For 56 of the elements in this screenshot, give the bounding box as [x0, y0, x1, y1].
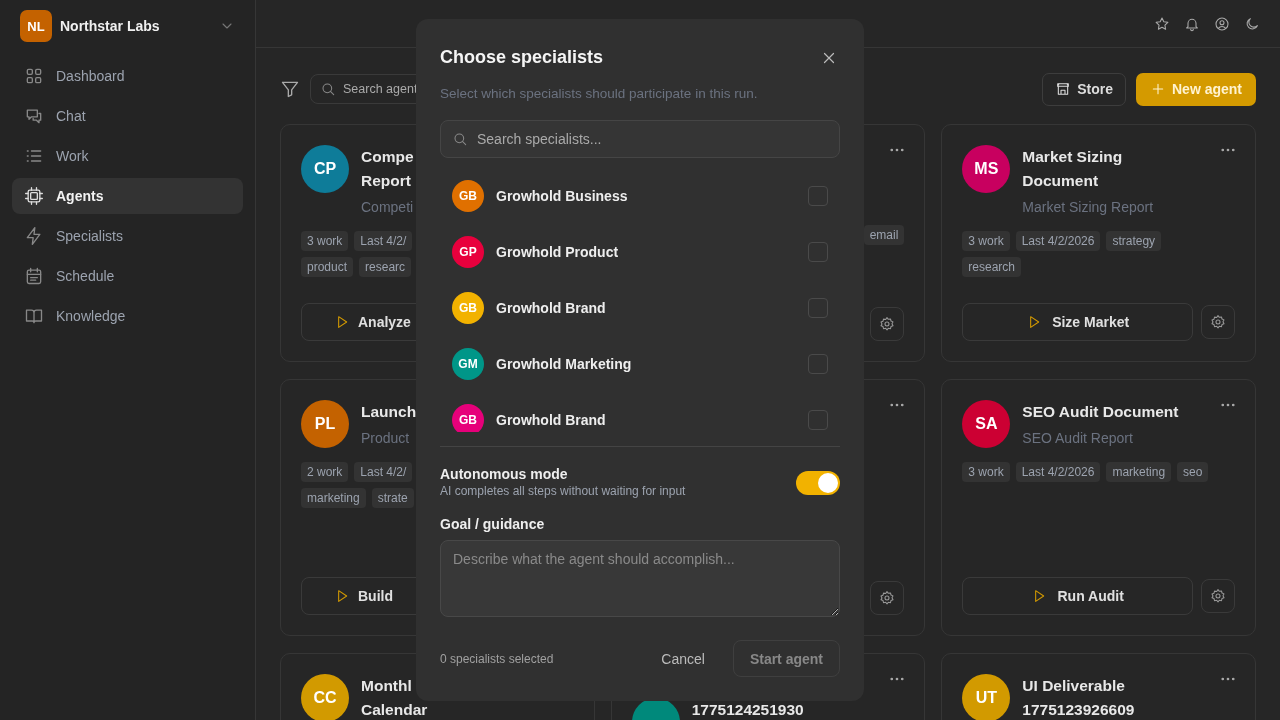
agent-title: 1775123926609 — [1022, 700, 1135, 720]
agent-subtitle: Product — [361, 429, 410, 448]
agent-subtitle: SEO Audit Report — [1022, 429, 1133, 448]
agent-title: Report — [361, 171, 411, 191]
tag: Last 4/2/ — [354, 462, 413, 482]
tag: Last 4/2/2026 — [1015, 462, 1101, 482]
agent-title: SEO Audit Document — [1022, 402, 1179, 422]
setting-label: Autonomous mode — [440, 465, 569, 484]
tag: 3 work — [301, 231, 349, 251]
tag: strategy — [1106, 231, 1162, 251]
agent-subtitle: Market Sizing Report — [1022, 198, 1154, 217]
field-label: Goal / guidance — [440, 516, 546, 533]
selection-count: 0 specialists selected — [440, 651, 554, 666]
agent-avatar: MS — [962, 145, 1011, 193]
setting-description: AI completes all steps without waiting for input — [440, 483, 686, 501]
agent-avatar: UT — [962, 674, 1011, 720]
tag: 3 work — [962, 462, 1010, 482]
agent-title: Document — [1022, 171, 1099, 191]
agent-title: Market Sizing — [1022, 147, 1123, 167]
tag: seo — [1177, 462, 1209, 482]
specialist-avatar: GP — [452, 236, 484, 269]
agent-title: Calendar — [361, 700, 428, 720]
dialog-subtitle: Select which specialists should participate in this run. — [440, 85, 759, 104]
specialist-avatar: GM — [452, 348, 484, 381]
specialist-name: Growhold Product — [496, 244, 620, 261]
dialog-title: Choose specialists — [440, 47, 604, 69]
specialist-name: Growhold Business — [496, 188, 629, 205]
agent-title: UI Deliverable — [1022, 676, 1125, 696]
specialist-avatar: GB — [452, 180, 484, 213]
agent-avatar: CP — [301, 145, 349, 193]
agent-title: Monthl — [361, 676, 412, 696]
tag: 2 work — [301, 462, 349, 482]
tag: 3 work — [962, 231, 1010, 251]
specialist-name: Growhold Brand — [496, 412, 607, 429]
agent-title: Compe — [361, 147, 414, 167]
agent-avatar: PL — [301, 400, 349, 448]
tag: product — [301, 257, 354, 277]
specialist-name: Growhold Marketing — [496, 356, 633, 373]
workspace-avatar: NL — [20, 10, 52, 42]
tag: research — [962, 257, 1021, 277]
workspace-name: Northstar Labs — [60, 18, 161, 34]
tag: marketing — [301, 488, 366, 508]
specialist-avatar: GB — [452, 404, 484, 433]
tag: researc — [359, 257, 412, 277]
agent-title: 1775124251930 — [691, 700, 804, 720]
specialist-avatar: GB — [452, 292, 484, 325]
tag: marketing — [1106, 462, 1172, 482]
agent-avatar: CC — [301, 674, 349, 720]
agent-title: Launch — [361, 402, 417, 422]
tag: strate — [371, 488, 414, 508]
tag: Last 4/2/2026 — [1015, 231, 1101, 251]
tag: email — [863, 225, 905, 245]
agent-avatar: SA — [962, 400, 1011, 448]
specialist-name: Growhold Brand — [496, 300, 607, 317]
tag: Last 4/2/ — [354, 231, 413, 251]
agent-subtitle: Competi — [361, 198, 414, 217]
